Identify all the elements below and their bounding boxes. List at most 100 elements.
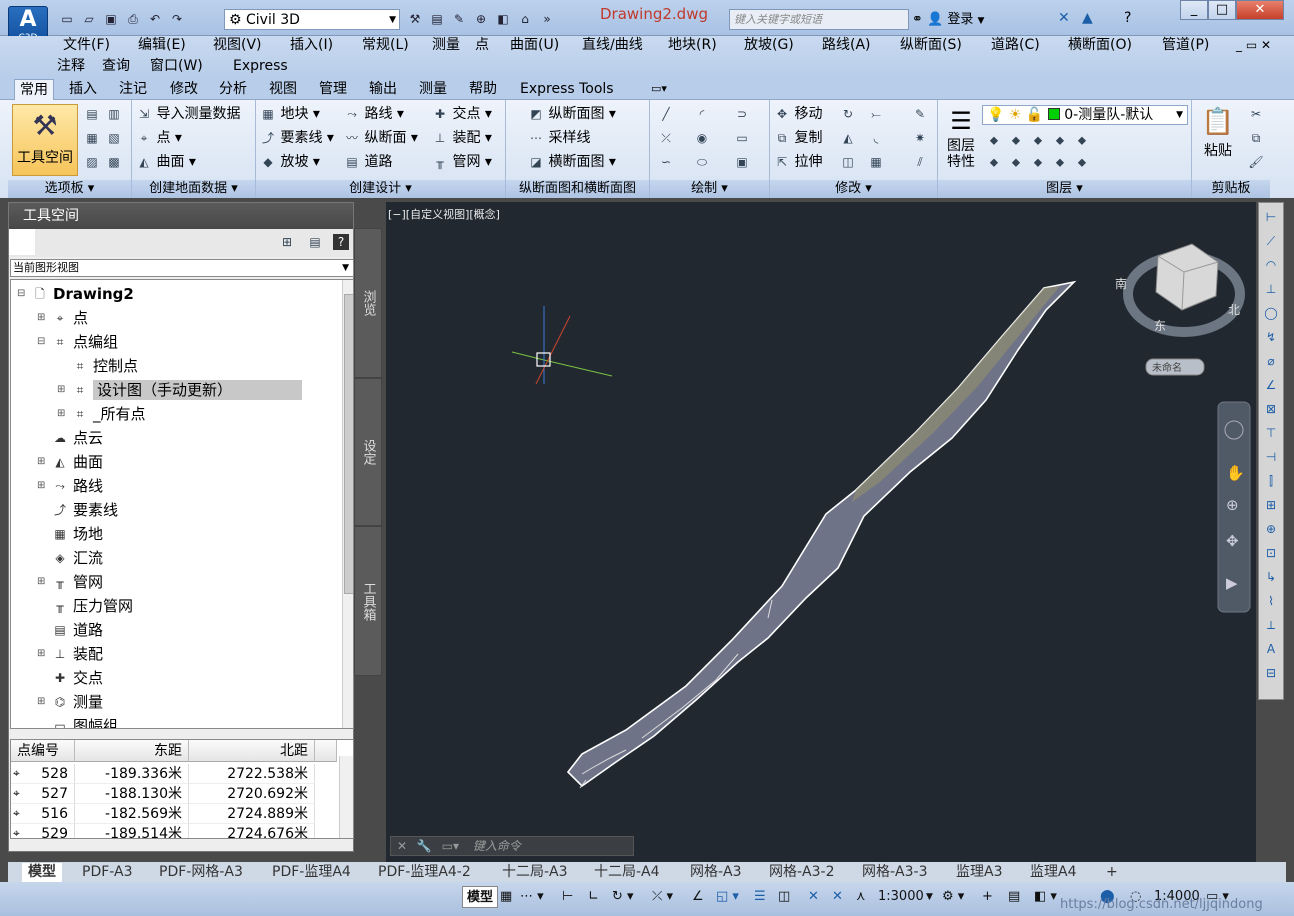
column-header[interactable] — [315, 740, 337, 762]
layout-tab[interactable]: 网格-A3-2 — [763, 863, 841, 882]
item-view-icon[interactable]: ⊞ — [279, 234, 295, 250]
grading-button[interactable]: ◆ 放坡 ▾ — [260, 152, 320, 172]
line-icon[interactable]: ╱ — [658, 106, 674, 122]
layout-tab[interactable]: 网格-A3 — [684, 863, 748, 882]
menu-parcels[interactable]: 地块(R) — [668, 36, 717, 54]
layout-tab[interactable]: 十二局-A4 — [588, 863, 666, 882]
style-icon[interactable]: ✎ — [450, 10, 468, 28]
isolate-icon[interactable]: ◧ ▾ — [1034, 886, 1057, 908]
infer-icon[interactable]: ⊢ — [562, 886, 573, 908]
polyline-icon[interactable]: ⊃ — [734, 106, 750, 122]
expand-icon[interactable]: ⊞ — [37, 692, 47, 712]
polar-icon[interactable]: ↻ ▾ — [612, 886, 634, 908]
menu-grading[interactable]: 放坡(G) — [744, 36, 794, 54]
plus-icon[interactable]: + — [982, 886, 993, 908]
list-view-icon[interactable]: ▤ — [307, 234, 323, 250]
section-view-button[interactable]: ◪ 横断面图 ▾ — [528, 152, 616, 172]
grid-scrollbar[interactable] — [339, 756, 353, 838]
a360-icon[interactable]: ▲ — [1082, 10, 1093, 26]
points-button[interactable]: ⌖ 点 ▾ — [136, 128, 182, 148]
rotate-icon[interactable]: ↻ — [840, 106, 856, 122]
center-mark-icon[interactable]: ⊡ — [1263, 545, 1279, 561]
layer-tool-icon[interactable]: ⬥ — [1008, 154, 1024, 170]
assembly-button[interactable]: ⊥ 装配 ▾ — [432, 128, 492, 148]
menu-file[interactable]: 文件(F) — [63, 36, 110, 54]
tree-node[interactable]: ◈ 汇流 — [37, 548, 103, 568]
column-header[interactable]: 北距 — [189, 740, 315, 762]
layer-tool-icon[interactable]: ⬥ — [986, 154, 1002, 170]
tree-node[interactable]: ▭ 图幅组 — [37, 716, 118, 728]
parcel-button[interactable]: ▦ 地块 ▾ — [260, 104, 320, 124]
collapse-icon[interactable]: ⊟ — [17, 284, 27, 304]
aligned-dimension-icon[interactable]: ⟋ — [1263, 233, 1279, 249]
layer-tool-icon[interactable]: ⬥ — [986, 132, 1002, 148]
tab-modify[interactable]: 修改 — [165, 79, 203, 100]
expand-icon[interactable]: ⊞ — [37, 308, 47, 328]
continue-icon[interactable]: ⊣ — [1263, 449, 1279, 465]
inspect-icon[interactable]: ↳ — [1263, 569, 1279, 585]
tree-node[interactable]: ▦ 场地 — [37, 524, 103, 544]
corridor-button[interactable]: ▤ 道路 — [344, 152, 392, 172]
tab-toolbox[interactable]: 工具箱 — [354, 526, 382, 676]
showmotion-icon[interactable]: ▶ — [1226, 574, 1238, 592]
layout-tab[interactable]: PDF-监理A4-2 — [372, 863, 477, 882]
expand-icon[interactable]: ⊞ — [57, 404, 67, 424]
properties-icon[interactable]: ▤ — [428, 10, 446, 28]
profile-button[interactable]: 〰 纵断面 ▾ — [344, 128, 418, 148]
properties-icon[interactable]: ▨ — [84, 154, 100, 170]
jog-line-icon[interactable]: ⌇ — [1263, 593, 1279, 609]
tree-node[interactable]: ✚ 交点 — [37, 668, 103, 688]
panel-title[interactable]: 修改 ▾ — [770, 180, 937, 198]
menu-profile[interactable]: 纵断面(S) — [900, 36, 962, 54]
construction-line-icon[interactable]: ⤫ — [658, 130, 674, 146]
expand-icon[interactable]: ⊞ — [57, 380, 67, 400]
menu-survey[interactable]: 测量 — [432, 36, 460, 54]
panel-title[interactable]: 绘制 ▾ — [650, 180, 769, 198]
expand-icon[interactable]: ⊞ — [37, 644, 47, 664]
panel-title[interactable]: 纵断面图和横断面图 — [506, 180, 649, 198]
undo-icon[interactable]: ↶ — [146, 10, 164, 28]
baseline-icon[interactable]: ⊤ — [1263, 425, 1279, 441]
dynamic-ucs-icon[interactable]: ◱ ▾ — [716, 886, 739, 908]
layout-tab[interactable]: PDF-网格-A3 — [153, 863, 249, 882]
paste-button[interactable]: 📋 粘贴 — [1198, 104, 1238, 160]
chevron-down-icon[interactable]: ▼ — [926, 886, 933, 908]
tree-node-selected[interactable]: ⊞ ⌗ 设计图（手动更新） — [57, 380, 303, 400]
layer-tool-icon[interactable]: ⬥ — [1052, 132, 1068, 148]
tree-node[interactable]: ⊟ 🗋 Drawing2 — [17, 284, 134, 304]
layout-tab[interactable]: 网格-A3-3 — [856, 863, 934, 882]
tree-node[interactable]: ⊞ ⌬ 测量 — [37, 692, 103, 712]
help-icon[interactable]: ? — [333, 234, 349, 250]
tree-node[interactable]: ⤴ 要素线 — [37, 500, 118, 520]
command-line[interactable]: ✕ 🔧 ▭▾ 键入命令 — [390, 836, 634, 856]
panel-title[interactable]: 创建地面数据 ▾ — [132, 180, 255, 198]
print-icon[interactable]: ⎙ — [124, 10, 142, 28]
help-icon[interactable]: ? — [1124, 10, 1131, 26]
circle-icon[interactable]: ◉ — [694, 130, 710, 146]
diameter-icon[interactable]: ⌀ — [1263, 353, 1279, 369]
menu-express[interactable]: Express — [233, 57, 288, 75]
command-input[interactable]: 键入命令 — [473, 839, 521, 853]
annotation-scale-value[interactable]: 1:3000 — [878, 886, 924, 908]
edit-dim-icon[interactable]: ⟂ — [1263, 617, 1279, 633]
view-selector[interactable]: 当前图形视图 ▼ — [10, 259, 354, 277]
menu-section[interactable]: 横断面(O) — [1068, 36, 1132, 54]
copy-clip-icon[interactable]: ⧉ — [1248, 130, 1264, 146]
sample-lines-button[interactable]: ⋯ 采样线 — [528, 128, 590, 148]
tab-express-tools[interactable]: Express Tools — [515, 79, 619, 100]
profile-view-button[interactable]: ◩ 纵断面图 ▾ — [528, 104, 616, 124]
alignment-button[interactable]: ⤳ 路线 ▾ — [344, 104, 404, 124]
model-space-button[interactable]: 模型 — [462, 886, 499, 908]
break-icon[interactable]: ⊞ — [1263, 497, 1279, 513]
dimension-icon[interactable]: ⊢ — [1263, 209, 1279, 225]
transparency-icon[interactable]: ◫ — [778, 886, 790, 908]
erase-icon[interactable]: ✎ — [912, 106, 928, 122]
array-icon[interactable]: ▦ — [868, 154, 884, 170]
doc-window-controls[interactable]: _ ▭ ✕ — [1236, 36, 1271, 54]
trim-icon[interactable]: ⤚ — [868, 106, 884, 122]
column-header[interactable]: 点编号 — [11, 740, 75, 762]
toolspace-title[interactable]: 工具空间 — [9, 203, 353, 229]
tolerance-icon[interactable]: ⊕ — [1263, 521, 1279, 537]
panel-title[interactable]: 选项板 ▾ — [8, 180, 131, 198]
close-icon[interactable]: ✕ — [397, 839, 407, 853]
